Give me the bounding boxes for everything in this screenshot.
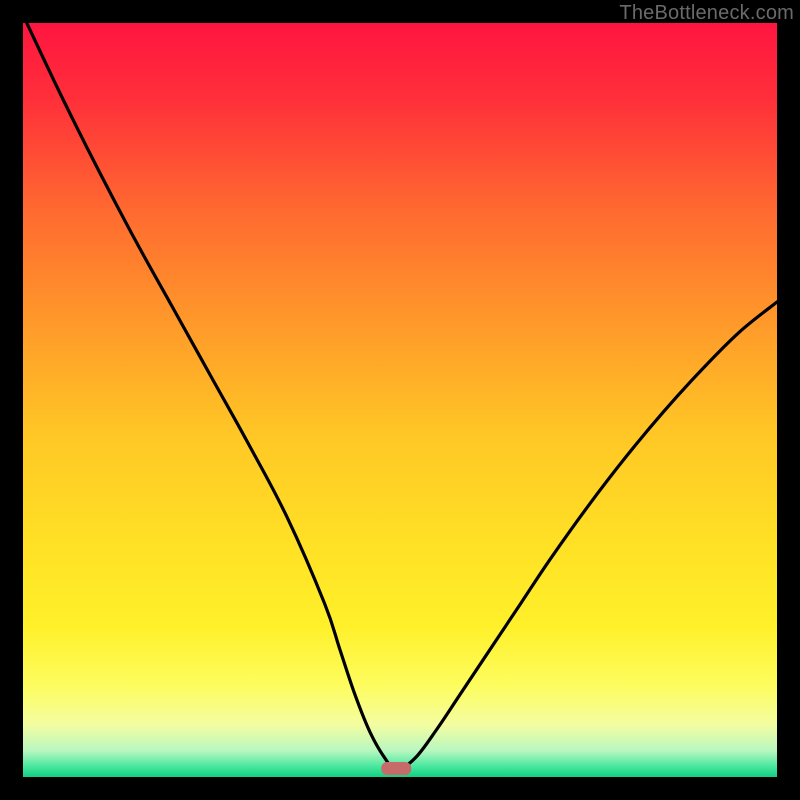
plot-area [23, 23, 777, 777]
gradient-background [23, 23, 777, 777]
outer-frame: TheBottleneck.com [0, 0, 800, 800]
optimal-marker [381, 762, 411, 775]
chart-svg [23, 23, 777, 777]
watermark-text: TheBottleneck.com [619, 2, 794, 25]
